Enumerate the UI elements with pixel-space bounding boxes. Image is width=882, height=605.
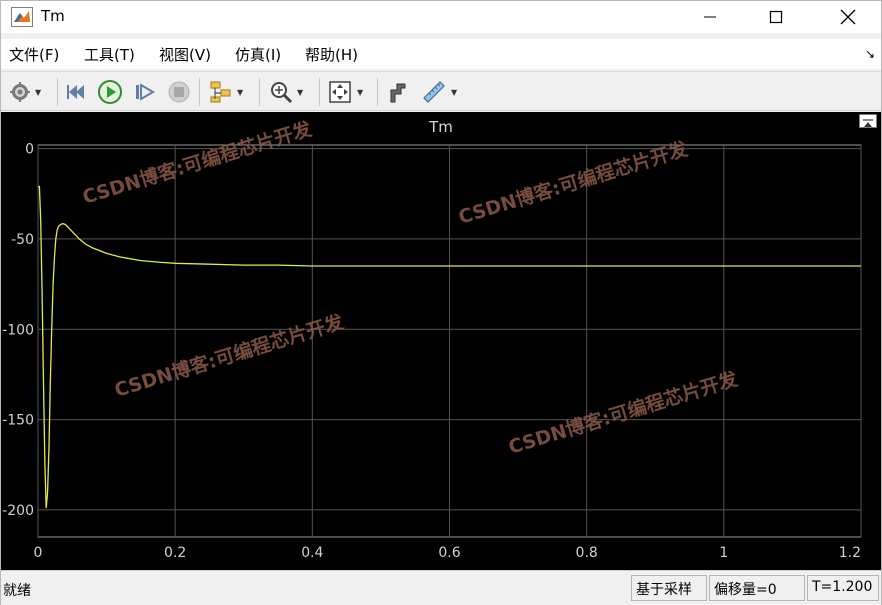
- maximize-button[interactable]: [753, 1, 799, 33]
- status-offset: 偏移量=0: [709, 575, 805, 601]
- measurements-button[interactable]: ▼: [421, 78, 457, 106]
- menu-help[interactable]: 帮助(H): [305, 44, 358, 65]
- highlight-block-icon: [210, 81, 231, 103]
- x-tick-label: 0.8: [576, 545, 598, 561]
- scope-display: Tm 0 -50 -100 -150 -200 0 0.2 0.4 0.6 0.8 1 1.2 CS…: [1, 112, 881, 570]
- menu-overflow-icon[interactable]: ↘: [865, 47, 875, 61]
- autoscale-icon: [329, 81, 351, 103]
- line-chart[interactable]: 0-50-100-150-200 0 0.2 0.4 0.6 0.8 1 1.2 CSDN博…: [1, 112, 881, 570]
- title-bar: Tm: [1, 1, 881, 33]
- close-button[interactable]: [825, 1, 871, 33]
- chevron-down-icon: ▼: [357, 87, 364, 97]
- menu-simulation[interactable]: 仿真(I): [235, 44, 281, 65]
- stop-icon: [168, 81, 190, 103]
- cursor-measure-icon: [390, 83, 406, 103]
- toolbar-divider: [259, 78, 260, 106]
- run-button[interactable]: [97, 78, 123, 106]
- toolbar-divider: [57, 78, 58, 106]
- y-tick-label: 0: [25, 142, 34, 158]
- toolbar: ▼ ▼ ▼ ▼ ▼: [1, 71, 881, 111]
- x-tick-label: 1.2: [839, 545, 861, 561]
- minimize-icon: [704, 16, 716, 18]
- y-tick-label: -150: [2, 413, 34, 429]
- scope-window: Tm 文件(F) 工具(T) 视图(V) 仿真(I) 帮助(H) ↘ ▼ ▼ ▼…: [0, 0, 882, 605]
- highlight-block-button[interactable]: ▼: [209, 78, 243, 106]
- chevron-down-icon: ▼: [451, 87, 458, 97]
- menu-file[interactable]: 文件(F): [9, 44, 59, 65]
- zoom-icon: [271, 82, 293, 104]
- step-forward-icon: [136, 83, 155, 101]
- toolbar-divider: [377, 78, 378, 106]
- x-axis-ticks: 0 0.2 0.4 0.6 0.8 1 1.2: [34, 545, 861, 561]
- x-tick-label: 0.4: [301, 545, 323, 561]
- gear-icon: [10, 82, 30, 102]
- y-tick-label: -50: [11, 232, 34, 248]
- chevron-down-icon: ▼: [237, 87, 244, 97]
- x-tick-label: 1: [719, 545, 728, 561]
- autoscale-button[interactable]: ▼: [327, 78, 363, 106]
- x-tick-label: 0: [34, 545, 43, 561]
- minimize-button[interactable]: [687, 1, 733, 33]
- status-bar: 就绪 基于采样 偏移量=0 T=1.200: [1, 570, 881, 605]
- window-title: Tm: [41, 7, 65, 25]
- chevron-down-icon: ▼: [35, 87, 42, 97]
- toolbar-divider: [319, 78, 320, 106]
- zoom-button[interactable]: ▼: [269, 78, 303, 106]
- configuration-button[interactable]: ▼: [9, 78, 41, 106]
- stop-button[interactable]: [167, 78, 191, 106]
- menu-bar: 文件(F) 工具(T) 视图(V) 仿真(I) 帮助(H) ↘: [1, 39, 881, 69]
- status-sample-based: 基于采样: [631, 575, 707, 601]
- x-tick-label: 0.6: [438, 545, 460, 561]
- rewind-icon: [67, 85, 84, 99]
- ruler-icon: [423, 81, 445, 103]
- chevron-down-icon: ▼: [297, 87, 304, 97]
- y-tick-label: -100: [2, 322, 34, 338]
- step-back-button[interactable]: [65, 78, 89, 106]
- matlab-icon: [11, 7, 33, 27]
- menu-tools[interactable]: 工具(T): [84, 44, 135, 65]
- y-axis-ticks: 0 -50 -100 -150 -200: [2, 142, 34, 519]
- status-ready: 就绪: [3, 583, 31, 599]
- close-icon: [840, 9, 856, 25]
- x-tick-label: 0.2: [164, 545, 186, 561]
- menu-view[interactable]: 视图(V): [159, 44, 211, 65]
- y-tick-label: -200: [2, 503, 34, 519]
- status-time: T=1.200: [807, 575, 879, 601]
- toolbar-divider: [199, 78, 200, 106]
- cursor-measure-button[interactable]: [387, 78, 409, 106]
- run-icon: [98, 80, 122, 104]
- maximize-icon: [769, 10, 783, 24]
- step-forward-button[interactable]: [133, 78, 157, 106]
